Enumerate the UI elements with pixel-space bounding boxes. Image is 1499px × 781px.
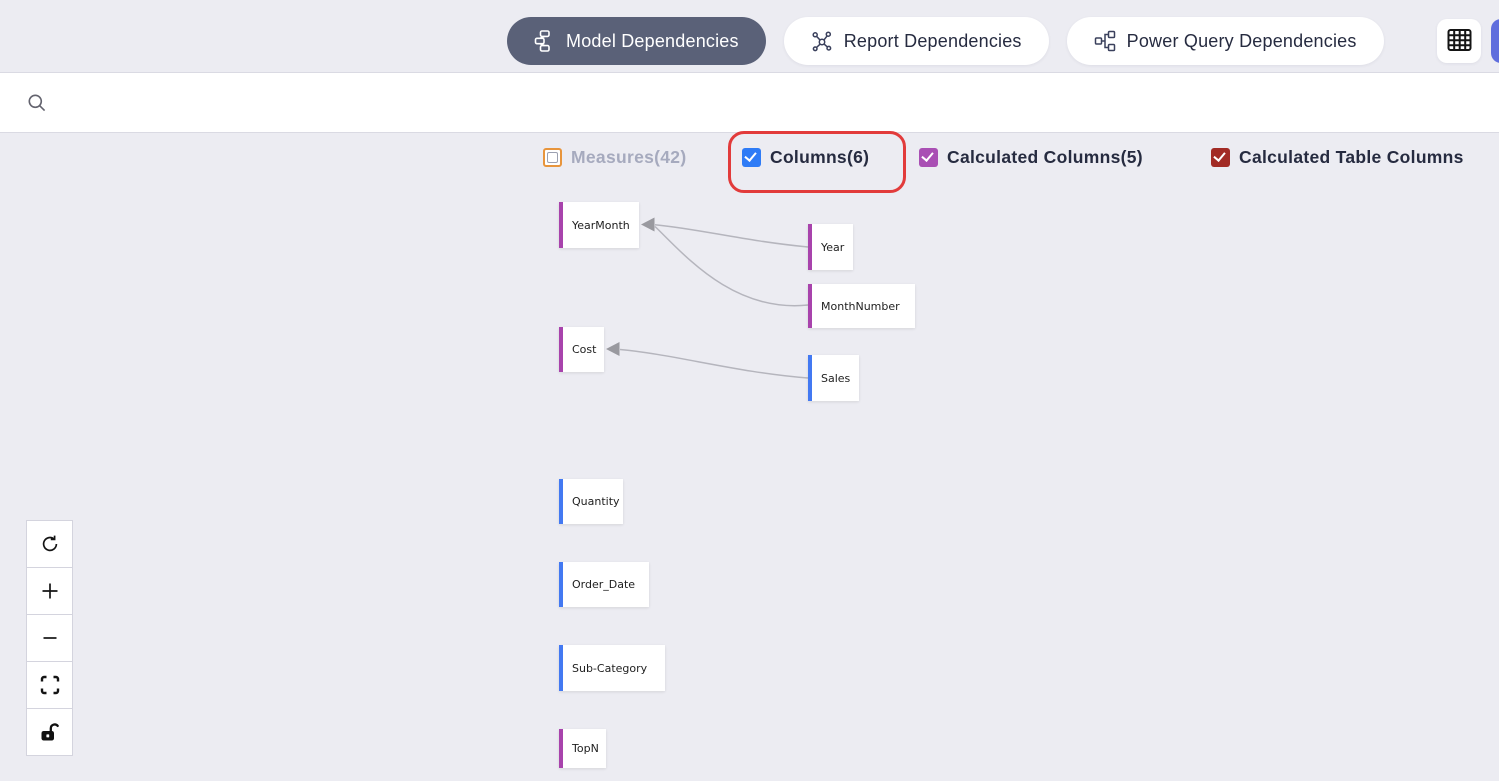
tab-label: Report Dependencies — [843, 30, 1022, 51]
node-label: Sales — [821, 371, 851, 385]
node-yearmonth[interactable]: YearMonth — [559, 202, 639, 248]
node-label: Order_Date — [572, 578, 636, 591]
arrowhead-yearmonth — [641, 217, 655, 232]
node-year[interactable]: Year — [808, 224, 853, 270]
table-grid-icon — [1446, 27, 1473, 56]
node-label: TopN — [572, 742, 599, 755]
node-order-date[interactable]: Order_Date — [559, 562, 649, 607]
filter-label: Measures(42) — [571, 146, 687, 167]
node-label: Sub-Category — [572, 661, 648, 675]
filter-label: Columns(6) — [770, 146, 870, 167]
columns-checkbox[interactable] — [742, 147, 761, 167]
edge-year-to-yearmonth — [654, 223, 809, 248]
node-label: Cost — [572, 343, 597, 356]
refresh-icon — [40, 534, 60, 554]
filter-label: Calculated Columns(5) — [947, 146, 1143, 167]
unlock-button[interactable] — [26, 708, 73, 756]
report-dependencies-icon — [811, 30, 833, 52]
calculated-table-columns-checkbox[interactable] — [1211, 147, 1230, 167]
plus-icon — [41, 582, 59, 600]
node-sub-category[interactable]: Sub-Category — [559, 645, 665, 691]
calculated-columns-checkbox[interactable] — [919, 147, 938, 167]
tab-label: Model Dependencies — [566, 30, 739, 51]
node-quantity[interactable]: Quantity — [559, 479, 623, 524]
search-bar — [0, 72, 1499, 133]
filter-measures[interactable]: Measures(42) — [543, 144, 686, 170]
minus-icon — [41, 629, 59, 647]
table-view-button[interactable] — [1437, 19, 1481, 63]
clipped-blue-button[interactable] — [1491, 19, 1499, 63]
node-label: YearMonth — [572, 218, 630, 232]
node-label: MonthNumber — [821, 299, 900, 313]
node-topn[interactable]: TopN — [559, 729, 606, 768]
filter-calculated-table-columns[interactable]: Calculated Table Columns — [1211, 144, 1464, 170]
tab-model-dependencies[interactable]: Model Dependencies — [507, 17, 766, 65]
tab-report-dependencies[interactable]: Report Dependencies — [783, 17, 1049, 65]
arrowhead-cost — [606, 342, 620, 356]
zoom-in-button[interactable] — [26, 567, 73, 615]
power-query-dependencies-icon — [1094, 30, 1116, 52]
filter-label: Calculated Table Columns — [1239, 146, 1464, 167]
node-label: Quantity — [572, 495, 620, 508]
measures-checkbox[interactable] — [543, 147, 562, 167]
zoom-out-button[interactable] — [26, 614, 73, 662]
search-icon — [27, 93, 47, 113]
node-cost[interactable]: Cost — [559, 327, 604, 372]
graph-toolbar — [26, 520, 73, 756]
edge-sales-to-cost — [619, 348, 809, 379]
model-dependencies-icon — [534, 30, 555, 52]
filter-calculated-columns[interactable]: Calculated Columns(5) — [919, 144, 1143, 170]
dependency-tabs: Model Dependencies Report Dependencies P… — [507, 17, 1384, 65]
filter-columns[interactable]: Columns(6) — [742, 144, 869, 170]
node-label: Year — [821, 240, 845, 254]
edge-monthnumber-to-yearmonth — [654, 225, 809, 307]
search-input[interactable] — [61, 92, 1472, 113]
tab-power-query-dependencies[interactable]: Power Query Dependencies — [1066, 17, 1384, 65]
node-sales[interactable]: Sales — [808, 355, 859, 401]
fit-view-button[interactable] — [26, 661, 73, 709]
tab-label: Power Query Dependencies — [1126, 30, 1357, 51]
node-monthnumber[interactable]: MonthNumber — [808, 284, 915, 328]
refresh-button[interactable] — [26, 520, 73, 568]
fullscreen-icon — [40, 675, 60, 695]
unlock-icon — [38, 721, 61, 743]
